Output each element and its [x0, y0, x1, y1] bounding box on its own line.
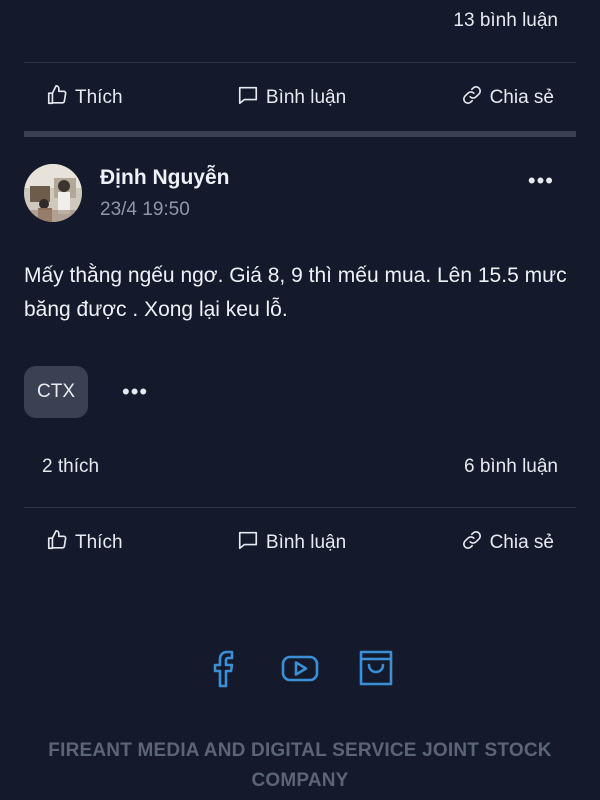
author-name[interactable]: Định Nguyễn: [100, 166, 230, 190]
youtube-icon[interactable]: [281, 648, 319, 688]
shopping-bag-icon[interactable]: [357, 648, 395, 688]
link-icon: [461, 529, 483, 557]
facebook-icon[interactable]: [205, 648, 243, 688]
divider: [24, 507, 576, 508]
post-separator: [24, 131, 576, 137]
stock-tags: CTX •••: [24, 366, 148, 418]
comment-label: Bình luận: [265, 532, 347, 553]
comment-button[interactable]: Bình luận: [215, 529, 368, 557]
thumbs-up-icon: [46, 529, 68, 557]
more-horizontal-icon[interactable]: •••: [528, 168, 554, 194]
comment-count[interactable]: 13 bình luận: [453, 10, 558, 32]
like-button[interactable]: Thích: [24, 84, 145, 112]
comment-count[interactable]: 6 bình luận: [464, 456, 558, 478]
comment-label: Bình luận: [265, 87, 347, 108]
social-links: [0, 648, 600, 688]
divider: [24, 62, 576, 63]
feed: 13 bình luận Thích Bình luận Chia sẻ Địn…: [0, 0, 600, 800]
comment-icon: [237, 84, 259, 112]
avatar[interactable]: [24, 164, 82, 222]
post-actions: Thích Bình luận Chia sẻ: [24, 78, 576, 118]
share-button[interactable]: Chia sẻ: [439, 84, 576, 112]
post-actions: Thích Bình luận Chia sẻ: [24, 523, 576, 563]
stock-tag[interactable]: CTX: [24, 366, 88, 418]
comment-button[interactable]: Bình luận: [215, 84, 368, 112]
post-content: Mấy thằng ngếu ngơ. Giá 8, 9 thì mếu mua…: [24, 264, 567, 321]
more-tags-icon[interactable]: •••: [122, 379, 148, 405]
share-label: Chia sẻ: [489, 87, 554, 108]
share-label: Chia sẻ: [489, 532, 554, 553]
company-name: FIREANT MEDIA AND DIGITAL SERVICE JOINT …: [48, 740, 552, 791]
share-button[interactable]: Chia sẻ: [439, 529, 576, 557]
like-label: Thích: [75, 87, 123, 108]
like-button[interactable]: Thích: [24, 529, 145, 557]
post-stats: 2 thích 6 bình luận: [42, 456, 558, 478]
post-timestamp: 23/4 19:50: [100, 199, 190, 220]
like-label: Thích: [75, 532, 123, 553]
like-count[interactable]: 2 thích: [42, 456, 99, 478]
comment-icon: [237, 529, 259, 557]
link-icon: [461, 84, 483, 112]
thumbs-up-icon: [46, 84, 68, 112]
